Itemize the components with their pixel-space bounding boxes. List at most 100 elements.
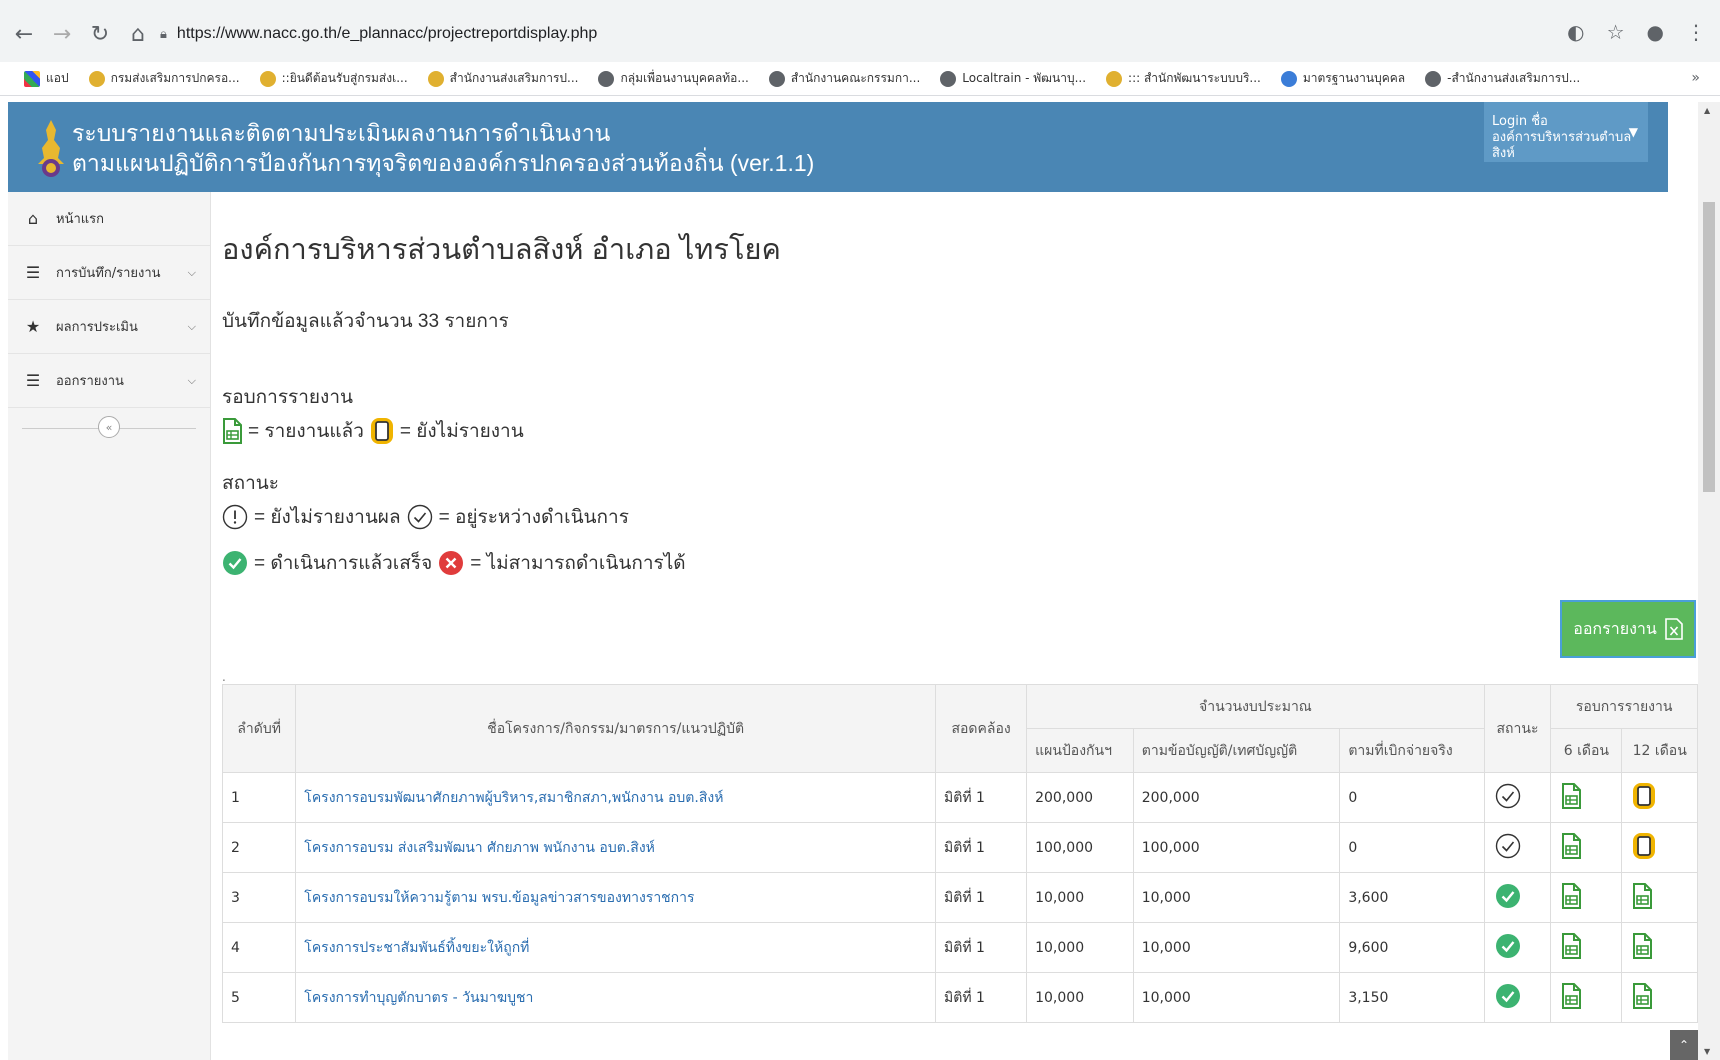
menu-dots-icon[interactable]: ⋮ bbox=[1686, 20, 1706, 44]
bookmark-item[interactable]: สำนักงานส่งเสริมการป... bbox=[427, 69, 578, 88]
row-6-month[interactable] bbox=[1550, 972, 1623, 1023]
globe-icon bbox=[598, 70, 615, 87]
double-chevron-up-icon: ⌃ bbox=[1678, 1038, 1690, 1052]
row-plan-budget: 10,000 bbox=[1026, 922, 1134, 973]
forward-icon[interactable]: → bbox=[48, 20, 76, 48]
legend-status-1: = ยังไม่รายงานผล = อยู่ระหว่างดำเนินการ bbox=[222, 502, 629, 532]
legend-round-heading: รอบการรายงาน bbox=[222, 387, 353, 408]
extension-icon[interactable]: ◐ bbox=[1567, 20, 1584, 44]
col-actual: ตามที่เบิกจ่ายจริง bbox=[1339, 728, 1485, 773]
sidebar-item-home[interactable]: ⌂ หน้าแรก bbox=[8, 192, 210, 246]
row-12-month[interactable] bbox=[1621, 922, 1698, 973]
main-content: องค์การบริหารส่วนตำบลสิงห์ อำเภอ ไทรโยค … bbox=[212, 192, 1698, 1060]
check-circle-filled-icon bbox=[1495, 883, 1521, 909]
vertical-scrollbar[interactable]: ▲ ▼ bbox=[1698, 102, 1720, 1060]
lock-icon: 🔒︎ bbox=[160, 26, 167, 42]
row-12-month[interactable] bbox=[1621, 972, 1698, 1023]
back-to-top-button[interactable]: ⌃ bbox=[1670, 1030, 1698, 1060]
row-plan-budget: 200,000 bbox=[1026, 772, 1134, 823]
scroll-up-icon[interactable]: ▲ bbox=[1704, 106, 1710, 115]
col-name: ชื่อโครงการ/กิจกรรม/มาตรการ/แนวปฏิบัติ bbox=[295, 684, 937, 773]
sidebar-item-export[interactable]: ☰ ออกรายงาน ⌵ bbox=[8, 354, 210, 408]
report-doc-icon[interactable] bbox=[1561, 983, 1581, 1009]
login-menu[interactable]: Login ชื่อ องค์การบริหารส่วนตำบลสิงห์ ▼ bbox=[1484, 102, 1648, 162]
star-icon: ★ bbox=[25, 317, 41, 336]
project-name-link[interactable]: โครงการทำบุญตักบาตร - วันมาฆบูชา bbox=[295, 972, 937, 1023]
row-12-month[interactable] bbox=[1621, 772, 1698, 823]
browser-actions: ◐ ☆ ● ⋮ bbox=[1567, 20, 1706, 44]
export-report-button[interactable]: ออกรายงาน bbox=[1560, 600, 1696, 658]
bookmark-item[interactable]: กลุ่มเพื่อนงานบุคคลท้อ... bbox=[598, 69, 749, 88]
apps-icon bbox=[24, 70, 40, 87]
row-6-month[interactable] bbox=[1550, 822, 1623, 873]
project-name-link[interactable]: โครงการอบรมให้ความรู้ตาม พรบ.ข้อมูลข่าวส… bbox=[295, 872, 937, 923]
row-status bbox=[1483, 972, 1552, 1023]
row-law-budget: 10,000 bbox=[1132, 922, 1341, 973]
sidebar-item-evaluation[interactable]: ★ ผลการประเมิน ⌵ bbox=[8, 300, 210, 354]
separator-dot: . bbox=[222, 670, 226, 684]
report-doc-icon[interactable] bbox=[1632, 883, 1652, 909]
bookmark-item[interactable]: Localtrain - พัฒนาบุ... bbox=[940, 69, 1086, 88]
row-number: 4 bbox=[221, 922, 297, 973]
project-report-table: ลำดับที่ ชื่อโครงการ/กิจกรรม/มาตรการ/แนว… bbox=[221, 684, 1698, 1023]
pending-doc-icon[interactable] bbox=[1632, 782, 1656, 810]
row-12-month[interactable] bbox=[1621, 872, 1698, 923]
table-header-row: ลำดับที่ ชื่อโครงการ/กิจกรรม/มาตรการ/แนว… bbox=[221, 684, 1698, 773]
bookmark-item[interactable]: กรมส่งเสริมการปกครอ... bbox=[88, 69, 240, 88]
row-actual-spend: 0 bbox=[1339, 772, 1485, 823]
url-bar[interactable]: 🔒︎ https://www.nacc.go.th/e_plannacc/pro… bbox=[160, 18, 1540, 50]
table-body: 1 โครงการอบรมพัฒนาศักยภาพผู้บริหาร,สมาชิก… bbox=[221, 772, 1698, 1023]
bookmark-item[interactable]: ::ยินดีต้อนรับสู่กรมส่งเ... bbox=[259, 69, 408, 88]
report-doc-icon[interactable] bbox=[1632, 933, 1652, 959]
bookmark-apps[interactable]: แอป bbox=[24, 69, 69, 88]
scrollbar-thumb[interactable] bbox=[1703, 202, 1715, 492]
report-doc-icon[interactable] bbox=[1632, 983, 1652, 1009]
app-header: ระบบรายงานและติดตามประเมินผลงานการดำเนิน… bbox=[8, 102, 1668, 192]
row-6-month[interactable] bbox=[1550, 872, 1623, 923]
col-6-month: 6 เดือน bbox=[1550, 728, 1623, 773]
table-row: 1 โครงการอบรมพัฒนาศักยภาพผู้บริหาร,สมาชิก… bbox=[221, 772, 1698, 823]
row-actual-spend: 9,600 bbox=[1339, 922, 1485, 973]
report-doc-icon[interactable] bbox=[1561, 783, 1581, 809]
project-name-link[interactable]: โครงการอบรม ส่งเสริมพัฒนา ศักยภาพ พนักงา… bbox=[295, 822, 937, 873]
collapse-sidebar-button[interactable]: « bbox=[98, 416, 120, 438]
pending-doc-icon bbox=[370, 417, 394, 445]
legend-round: = รายงานแล้ว = ยังไม่รายงาน bbox=[222, 416, 524, 446]
row-dimension: มิติที่ 1 bbox=[935, 822, 1028, 873]
report-doc-icon[interactable] bbox=[1561, 933, 1581, 959]
check-circle-outline-icon bbox=[1495, 833, 1521, 859]
legend-status-2: = ดำเนินการแล้วเสร็จ = ไม่สามารถดำเนินกา… bbox=[222, 548, 686, 578]
bookmark-item[interactable]: -สำนักงานส่งเสริมการป... bbox=[1425, 69, 1580, 88]
profile-icon[interactable]: ● bbox=[1647, 20, 1664, 44]
row-dimension: มิติที่ 1 bbox=[935, 872, 1028, 923]
reload-icon[interactable]: ↻ bbox=[86, 20, 114, 48]
site-favicon-icon bbox=[427, 70, 444, 87]
back-icon[interactable]: ← bbox=[10, 20, 38, 48]
bookmark-item[interactable]: มาตรฐานงานบุคคล bbox=[1280, 69, 1405, 88]
report-doc-icon[interactable] bbox=[1561, 833, 1581, 859]
row-number: 1 bbox=[221, 772, 297, 823]
pending-doc-icon[interactable] bbox=[1632, 832, 1656, 860]
report-doc-icon bbox=[222, 418, 242, 444]
nacc-logo-icon bbox=[38, 120, 64, 177]
row-6-month[interactable] bbox=[1550, 772, 1623, 823]
bookmark-star-icon[interactable]: ☆ bbox=[1607, 20, 1625, 44]
report-doc-icon[interactable] bbox=[1561, 883, 1581, 909]
bookmarks-overflow-icon[interactable]: » bbox=[1691, 70, 1700, 86]
project-name-link[interactable]: โครงการอบรมพัฒนาศักยภาพผู้บริหาร,สมาชิกส… bbox=[295, 772, 937, 823]
sidebar-item-label: ผลการประเมิน bbox=[56, 320, 138, 335]
bookmark-item[interactable]: ::: สำนักพัฒนาระบบบริ... bbox=[1106, 69, 1261, 88]
scroll-down-icon[interactable]: ▼ bbox=[1704, 1047, 1710, 1056]
row-law-budget: 10,000 bbox=[1132, 972, 1341, 1023]
project-name-link[interactable]: โครงการประชาสัมพันธ์ทิ้งขยะให้ถูกที่ bbox=[295, 922, 937, 973]
home-browser-icon[interactable]: ⌂ bbox=[124, 20, 152, 48]
bookmark-item[interactable]: สำนักงานคณะกรรมกา... bbox=[768, 69, 920, 88]
list-icon: ☰ bbox=[25, 263, 41, 282]
row-12-month[interactable] bbox=[1621, 822, 1698, 873]
row-status bbox=[1483, 872, 1552, 923]
sidebar-item-records[interactable]: ☰ การบันทึก/รายงาน ⌵ bbox=[8, 246, 210, 300]
browser-toolbar: ← → ↻ ⌂ 🔒︎ https://www.nacc.go.th/e_plan… bbox=[0, 0, 1720, 66]
row-plan-budget: 10,000 bbox=[1026, 972, 1134, 1023]
row-number: 2 bbox=[221, 822, 297, 873]
row-6-month[interactable] bbox=[1550, 922, 1623, 973]
